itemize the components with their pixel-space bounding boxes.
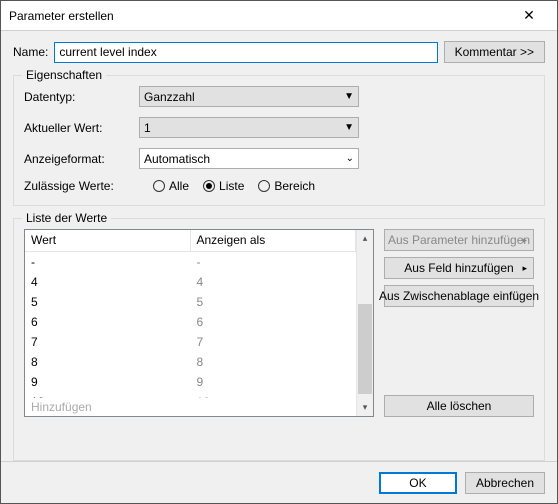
clear-all-button[interactable]: Alle löschen bbox=[384, 395, 534, 417]
window-title: Parameter erstellen bbox=[9, 9, 509, 23]
radio-list[interactable]: Liste bbox=[203, 179, 244, 193]
table-row[interactable]: 77 bbox=[25, 332, 356, 352]
scroll-down-icon[interactable]: ▾ bbox=[357, 399, 373, 416]
triangle-right-icon: ▸ bbox=[522, 235, 527, 246]
cell-value: 4 bbox=[25, 275, 191, 289]
radio-range[interactable]: Bereich bbox=[258, 179, 315, 193]
cell-display: 9 bbox=[191, 375, 357, 389]
close-icon[interactable]: ✕ bbox=[509, 2, 549, 30]
ok-button[interactable]: OK bbox=[379, 472, 457, 494]
table-row[interactable]: 44 bbox=[25, 272, 356, 292]
datatype-value: Ganzzahl bbox=[144, 90, 195, 104]
col-display[interactable]: Anzeigen als bbox=[191, 230, 357, 251]
current-value-label: Aktueller Wert: bbox=[24, 121, 139, 135]
cell-value: 5 bbox=[25, 295, 191, 309]
name-input[interactable] bbox=[54, 42, 437, 63]
cell-display: 8 bbox=[191, 355, 357, 369]
datatype-combo[interactable]: Ganzzahl ▼ bbox=[139, 86, 359, 107]
comment-button[interactable]: Kommentar >> bbox=[444, 41, 545, 63]
display-format-combo[interactable]: Automatisch ⌄ bbox=[139, 148, 359, 169]
display-format-value: Automatisch bbox=[144, 152, 210, 166]
add-from-parameter-button[interactable]: Aus Parameter hinzufügen▸ bbox=[384, 229, 534, 251]
triangle-right-icon: ▸ bbox=[522, 263, 527, 274]
scroll-up-icon[interactable]: ▴ bbox=[357, 230, 373, 247]
chevron-down-icon: ⌄ bbox=[346, 153, 354, 164]
add-from-field-button[interactable]: Aus Feld hinzufügen▸ bbox=[384, 257, 534, 279]
values-legend: Liste der Werte bbox=[22, 211, 111, 225]
cell-value: 8 bbox=[25, 355, 191, 369]
cell-value: 6 bbox=[25, 315, 191, 329]
cell-display: 6 bbox=[191, 315, 357, 329]
cell-display: 5 bbox=[191, 295, 357, 309]
cell-display: 4 bbox=[191, 275, 357, 289]
cell-value: 7 bbox=[25, 335, 191, 349]
table-row[interactable]: 55 bbox=[25, 292, 356, 312]
current-value-combo[interactable]: 1 ▼ bbox=[139, 117, 359, 138]
scroll-thumb[interactable] bbox=[358, 304, 372, 394]
scrollbar[interactable]: ▴ ▾ bbox=[356, 230, 373, 416]
cancel-button[interactable]: Abbrechen bbox=[465, 472, 545, 494]
table-row[interactable]: 99 bbox=[25, 372, 356, 392]
properties-legend: Eigenschaften bbox=[22, 68, 106, 82]
col-value[interactable]: Wert bbox=[25, 230, 191, 251]
radio-all[interactable]: Alle bbox=[153, 179, 189, 193]
allowable-values-label: Zulässige Werte: bbox=[24, 179, 139, 193]
chevron-down-icon: ▼ bbox=[344, 122, 354, 133]
cell-value: 9 bbox=[25, 375, 191, 389]
add-row-placeholder[interactable]: Hinzufügen bbox=[25, 398, 356, 416]
datatype-label: Datentyp: bbox=[24, 90, 139, 104]
display-format-label: Anzeigeformat: bbox=[24, 152, 139, 166]
cell-display: 7 bbox=[191, 335, 357, 349]
values-table[interactable]: Wert Anzeigen als --4455667788991010 Hin… bbox=[24, 229, 374, 417]
paste-from-clipboard-button[interactable]: Aus Zwischenablage einfügen bbox=[384, 285, 534, 307]
table-row[interactable]: 88 bbox=[25, 352, 356, 372]
table-row[interactable]: 66 bbox=[25, 312, 356, 332]
name-label: Name: bbox=[13, 45, 48, 59]
chevron-down-icon: ▼ bbox=[344, 91, 354, 102]
current-value: 1 bbox=[144, 121, 151, 135]
